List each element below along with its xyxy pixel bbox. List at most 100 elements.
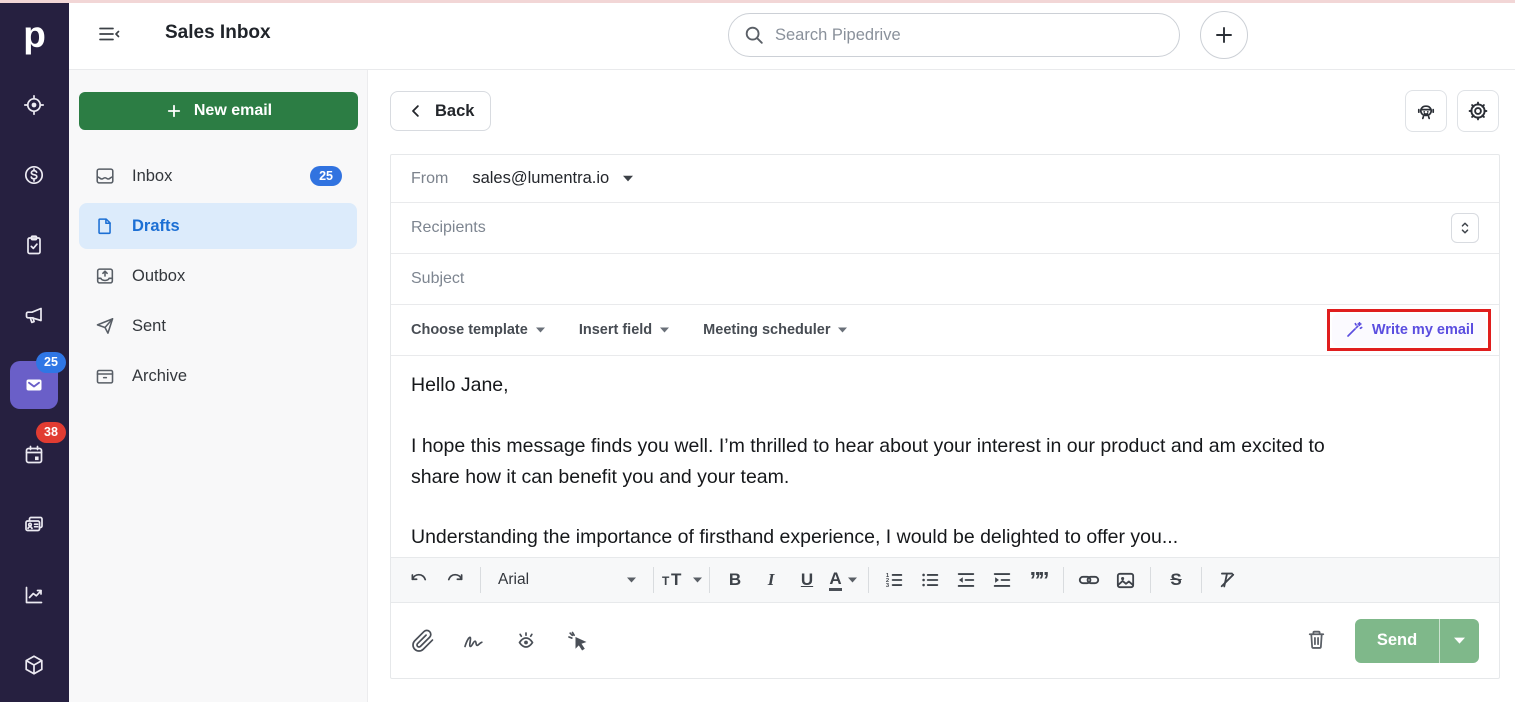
undo-icon: [408, 569, 430, 591]
send-options-button[interactable]: [1439, 619, 1479, 663]
paperclip-icon: [411, 629, 435, 653]
nav-activities[interactable]: [10, 221, 58, 269]
recipients-row: [391, 203, 1499, 254]
mail-envelope-icon: [22, 373, 46, 397]
search-icon: [743, 24, 765, 46]
sidebar-collapse-button[interactable]: [95, 22, 123, 48]
insights-chart-icon: [22, 583, 46, 607]
nav-rail: p 25 38: [0, 0, 69, 702]
write-my-email-button[interactable]: Write my email: [1332, 314, 1486, 346]
choose-template-dropdown[interactable]: Choose template: [411, 322, 545, 338]
underline-button[interactable]: U: [789, 563, 825, 597]
app-window: p 25 38: [0, 0, 1515, 702]
search-bar: [728, 13, 1180, 57]
bold-glyph: B: [729, 570, 741, 590]
caret-down-icon: [623, 175, 633, 182]
send-button[interactable]: Send: [1355, 619, 1439, 663]
undo-button[interactable]: [401, 563, 437, 597]
compose-header: Back: [368, 70, 1515, 132]
leads-target-icon: [22, 93, 46, 117]
text-color-button[interactable]: A: [825, 563, 861, 597]
from-address: sales@lumentra.io: [472, 169, 609, 188]
nav-campaigns[interactable]: [10, 291, 58, 339]
outdent-button[interactable]: [948, 563, 984, 597]
insert-signature-button[interactable]: [461, 629, 487, 653]
link-icon: [1077, 568, 1101, 592]
caret-down-icon: [848, 577, 857, 583]
email-body-editor[interactable]: Hello Jane, I hope this message finds yo…: [391, 356, 1499, 557]
search-input[interactable]: [775, 26, 1165, 45]
from-label: From: [411, 170, 448, 188]
new-email-button[interactable]: New email: [79, 92, 358, 130]
settings-button[interactable]: [1457, 90, 1499, 132]
nav-deals[interactable]: [10, 151, 58, 199]
click-tracking-button[interactable]: [565, 628, 591, 654]
header-actions: [1405, 90, 1499, 132]
new-email-label: New email: [194, 102, 272, 120]
signature-icon: [461, 629, 487, 653]
expand-recipients-button[interactable]: [1451, 213, 1479, 243]
ordered-list-icon: 123: [883, 569, 905, 591]
attach-file-button[interactable]: [411, 629, 435, 653]
font-size-button[interactable]: TT: [661, 563, 702, 597]
underline-glyph: U: [801, 570, 813, 590]
insert-image-button[interactable]: [1107, 563, 1143, 597]
subject-input[interactable]: [411, 270, 1479, 288]
ai-assistant-button[interactable]: [1405, 90, 1447, 132]
sidebar-item-outbox[interactable]: Outbox: [79, 253, 357, 299]
email-body-paragraph: Understanding the importance of firsthan…: [411, 522, 1361, 553]
chevrons-up-down-icon: [1457, 219, 1473, 237]
nav-products[interactable]: [10, 641, 58, 689]
outbox-icon: [94, 265, 116, 287]
blockquote-button[interactable]: ””: [1020, 563, 1056, 597]
sidebar-item-label: Drafts: [132, 217, 180, 236]
compose-card: From sales@lumentra.io Choose template: [390, 154, 1500, 679]
insert-link-button[interactable]: [1071, 563, 1107, 597]
strikethrough-button[interactable]: S: [1158, 563, 1194, 597]
insert-field-dropdown[interactable]: Insert field: [579, 322, 669, 338]
from-account-select[interactable]: sales@lumentra.io: [472, 169, 633, 188]
sidebar-item-label: Inbox: [132, 167, 172, 186]
bold-button[interactable]: B: [717, 563, 753, 597]
sidebar-item-archive[interactable]: Archive: [79, 353, 357, 399]
indent-button[interactable]: [984, 563, 1020, 597]
activities-clipboard-icon: [22, 233, 46, 257]
chevron-left-icon: [407, 102, 425, 120]
redo-button[interactable]: [437, 563, 473, 597]
sidebar-item-sent[interactable]: Sent: [79, 303, 357, 349]
italic-button[interactable]: I: [753, 563, 789, 597]
back-label: Back: [435, 102, 474, 121]
caret-down-icon: [660, 327, 669, 333]
choose-template-label: Choose template: [411, 322, 528, 338]
nav-insights[interactable]: [10, 571, 58, 619]
clear-formatting-button[interactable]: [1209, 563, 1245, 597]
outdent-icon: [955, 569, 977, 591]
email-body-paragraph: I hope this message finds you well. I’m …: [411, 431, 1361, 493]
caret-down-icon: [693, 577, 702, 583]
ordered-list-button[interactable]: 123: [876, 563, 912, 597]
nav-leads[interactable]: [10, 81, 58, 129]
font-family-select[interactable]: Arial: [488, 563, 646, 597]
inbox-unread-badge: 25: [310, 166, 342, 186]
open-tracking-button[interactable]: [513, 629, 539, 653]
compose-footer: Send: [391, 603, 1499, 678]
meeting-scheduler-dropdown[interactable]: Meeting scheduler: [703, 322, 847, 338]
gear-icon: [1466, 99, 1490, 123]
recipients-input[interactable]: [411, 219, 1451, 237]
main-content: Back From sales@lumentra.io: [368, 70, 1515, 702]
sidebar-item-drafts[interactable]: Drafts: [79, 203, 357, 249]
clear-formatting-icon: [1216, 569, 1238, 591]
quick-add-button[interactable]: [1200, 11, 1248, 59]
svg-text:T: T: [662, 574, 670, 588]
blockquote-glyph: ””: [1030, 567, 1047, 594]
pipedrive-logo: p: [0, 6, 69, 64]
sidebar-item-inbox[interactable]: Inbox 25: [79, 153, 357, 199]
bullet-list-button[interactable]: [912, 563, 948, 597]
nav-contacts[interactable]: [10, 501, 58, 549]
italic-glyph: I: [768, 570, 775, 590]
divider: [653, 567, 654, 593]
divider: [1063, 567, 1064, 593]
delete-draft-button[interactable]: [1304, 627, 1329, 655]
indent-icon: [991, 569, 1013, 591]
back-button[interactable]: Back: [390, 91, 491, 131]
